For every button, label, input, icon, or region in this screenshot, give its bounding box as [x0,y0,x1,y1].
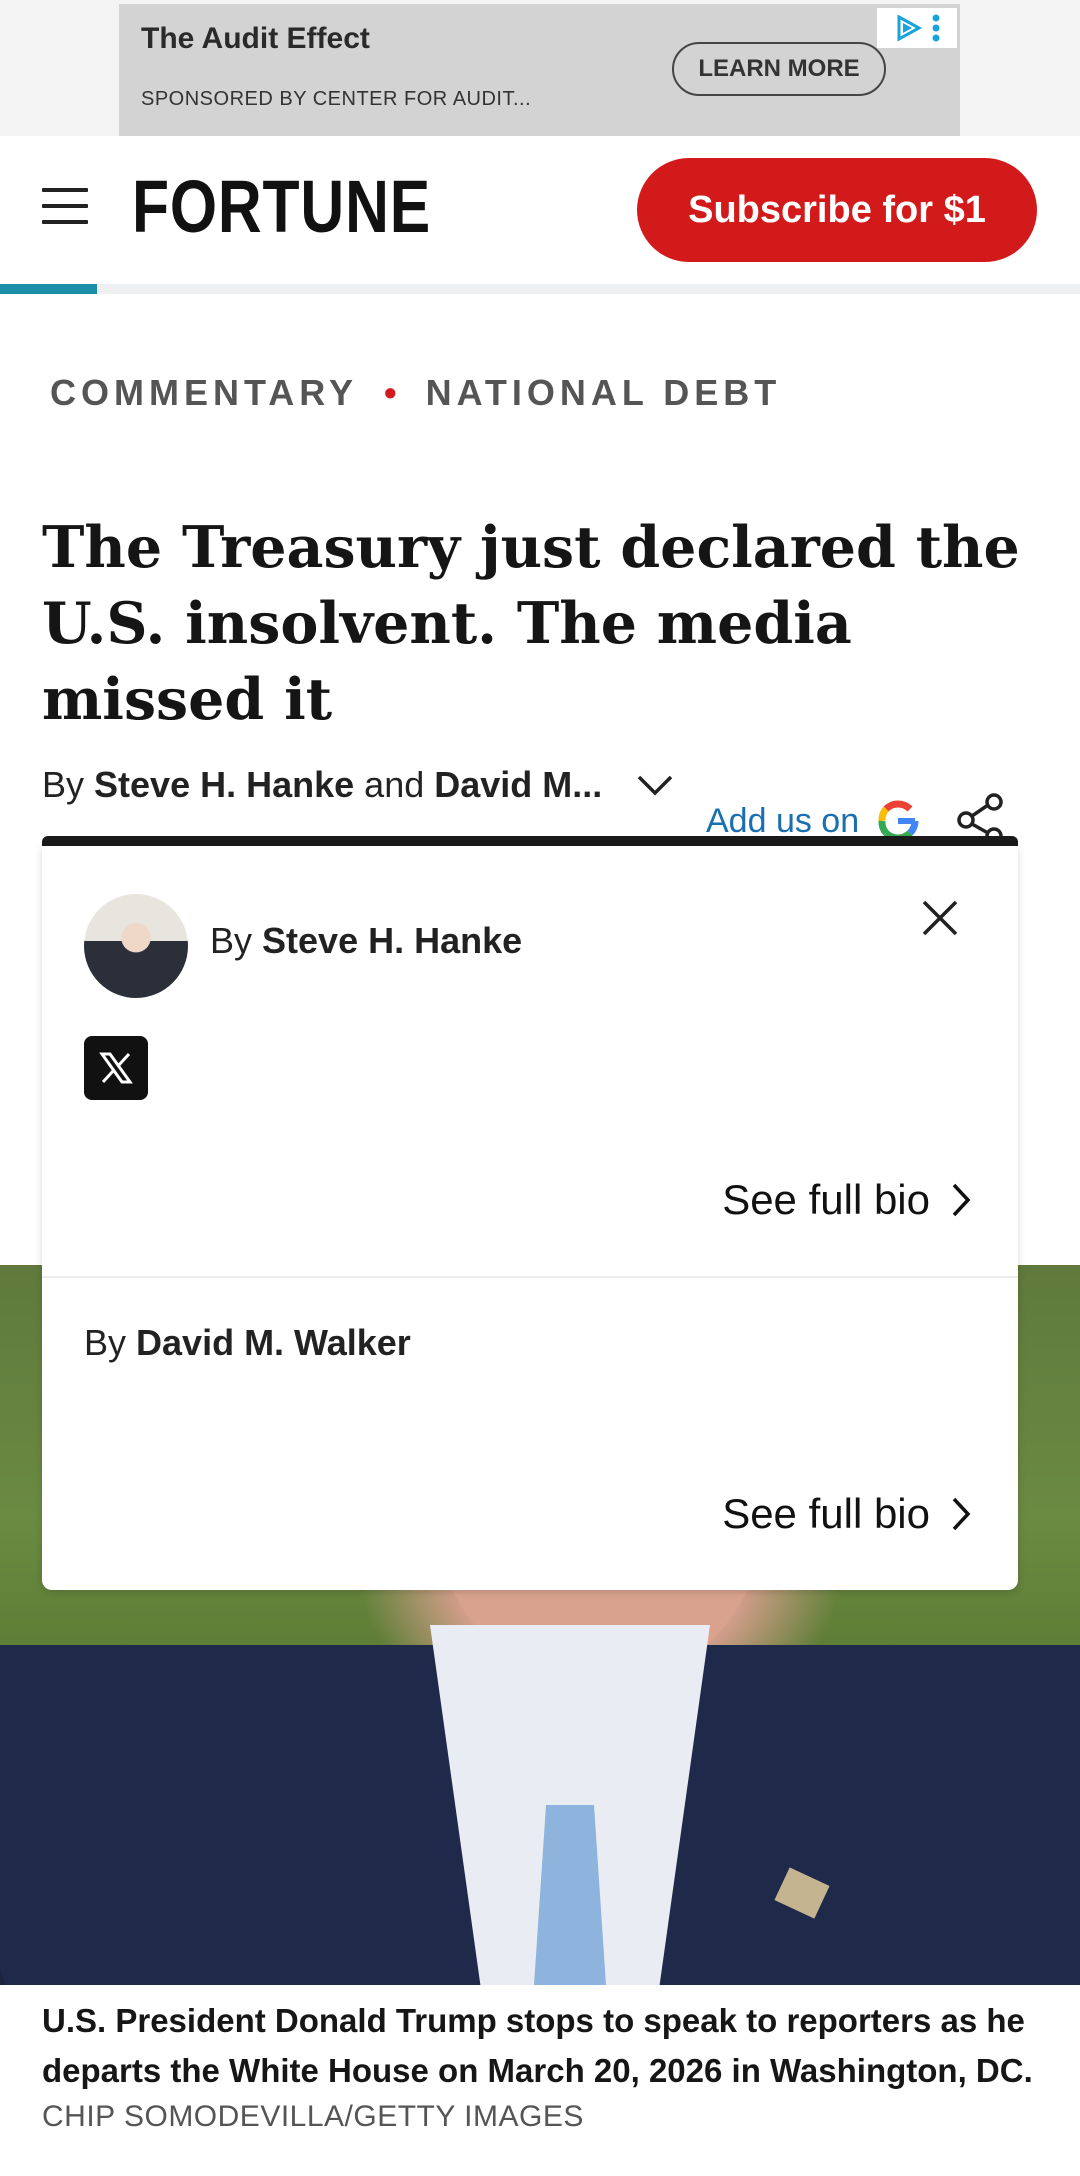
popup-author-1-name[interactable]: Steve H. Hanke [262,920,522,961]
ad-title: The Audit Effect [141,22,370,55]
see-full-bio-link-1[interactable]: See full bio [722,1176,972,1224]
chevron-right-icon [952,1183,971,1217]
popup-author-1[interactable]: By Steve H. Hanke [210,920,522,962]
byline-author-1[interactable]: Steve H. Hanke [94,764,354,806]
section-link[interactable]: COMMENTARY [50,372,358,414]
topic-link[interactable]: NATIONAL DEBT [426,372,782,414]
learn-more-button[interactable]: LEARN MORE [672,42,886,96]
photo-credit: CHIP SOMODEVILLA/GETTY IMAGES [42,2100,584,2133]
see-full-bio-link-2[interactable]: See full bio [722,1490,972,1538]
author-avatar[interactable] [84,894,188,998]
x-social-icon[interactable] [84,1036,148,1100]
popup-by-1: By [210,920,253,961]
chevron-up-icon[interactable] [636,773,674,797]
byline[interactable]: By Steve H. Hanke and David M... [42,764,674,806]
subscribe-button[interactable]: Subscribe for $1 [637,158,1037,262]
byline-prefix: By [42,764,85,805]
ad-strip: The Audit Effect SPONSORED BY CENTER FOR… [0,0,1080,136]
add-us-label: Add us on [706,801,860,840]
see-full-bio-label-1: See full bio [722,1176,930,1223]
ad-choices-icon[interactable] [893,13,923,43]
photo-caption: U.S. President Donald Trump stops to spe… [42,2002,1033,2089]
kicker-separator-dot: • [383,372,402,413]
reading-progress-bar [0,284,1080,294]
site-header: FORTUNE Subscribe for $1 [0,136,1080,284]
ad-banner[interactable]: The Audit Effect SPONSORED BY CENTER FOR… [119,4,960,136]
article-headline: The Treasury just declared the U.S. inso… [42,514,1020,734]
fortune-logo[interactable]: FORTUNE [132,164,431,249]
menu-icon[interactable] [42,188,88,228]
ad-menu-icon[interactable] [931,13,941,43]
chevron-right-icon [952,1497,971,1531]
popup-by-2: By [84,1322,127,1363]
close-icon[interactable] [918,896,962,940]
popup-author-2[interactable]: By David M. Walker [84,1322,411,1364]
ad-choices[interactable] [877,8,957,48]
ad-sponsor: SPONSORED BY CENTER FOR AUDIT... [141,88,532,110]
author-popup: By Steve H. Hanke See full bio By David … [42,846,1018,1590]
byline-author-2[interactable]: David M... [434,764,602,806]
reading-progress-fill [0,284,98,294]
byline-and: and [364,764,425,805]
popup-divider [42,1276,1018,1278]
popup-author-2-name[interactable]: David M. Walker [136,1322,411,1363]
see-full-bio-label-2: See full bio [722,1490,930,1537]
article-kicker: COMMENTARY • NATIONAL DEBT [50,372,781,414]
